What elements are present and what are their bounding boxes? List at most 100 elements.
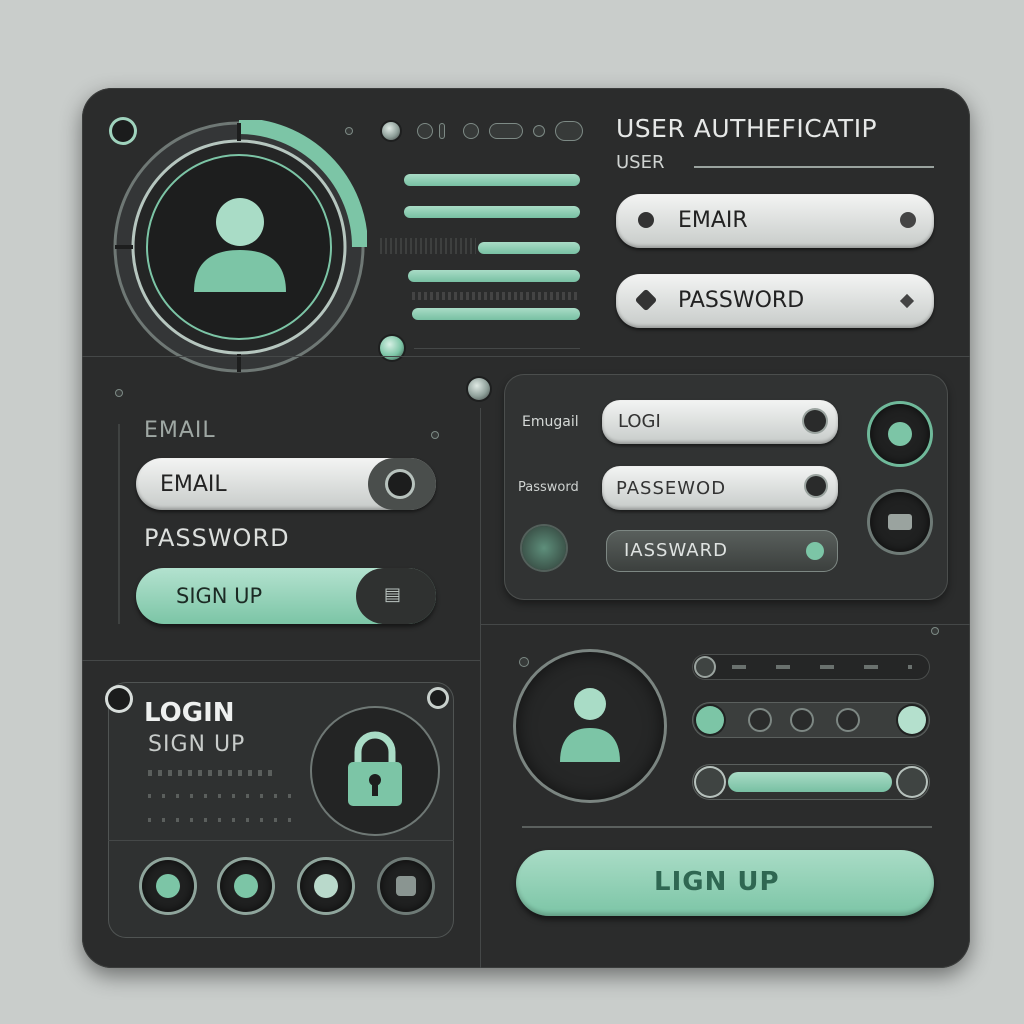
social-icon-4 (396, 876, 416, 896)
card-button[interactable] (870, 492, 930, 552)
avatar-ring (112, 118, 368, 375)
password-input-top[interactable]: PASSWORD (616, 274, 934, 328)
auth-panel: USER AUTHEFICATIP USER EMAIR PASSWORD EM… (82, 88, 970, 968)
middle-password-label: Password (518, 480, 579, 495)
social-button-4[interactable] (380, 860, 432, 912)
indicator-6 (534, 126, 544, 136)
middle-email-value: LOGI (618, 411, 661, 432)
middle-password-value: PASSEWOD (616, 478, 727, 499)
lock-card-divider (108, 840, 454, 841)
left-vertical-rail (118, 424, 120, 624)
email-field-left[interactable]: EMAIL (136, 458, 436, 510)
indicator-2 (418, 124, 432, 138)
divider-line-4 (480, 624, 970, 625)
lock-card: LOGIN SIGN UP (108, 682, 454, 938)
radio-icon (388, 472, 412, 496)
control-track-3 (692, 764, 930, 800)
lock-card-dot-left (108, 688, 130, 710)
slider-track-dots (380, 238, 476, 254)
control-knob-2a[interactable] (696, 706, 724, 734)
toggle-knob-3[interactable] (468, 378, 490, 400)
signup-button-left[interactable]: SIGN UP ▤ (136, 568, 436, 624)
middle-password-icon (806, 476, 826, 496)
control-dashes-1 (732, 665, 912, 669)
slider-3[interactable] (478, 242, 580, 254)
social-button-3[interactable] (300, 860, 352, 912)
left-indicator-1 (116, 390, 122, 396)
middle-third-input[interactable]: IASSWARD (606, 530, 838, 572)
small-indicator-1 (520, 658, 528, 666)
middle-form-card: Emugail LOGI Password PASSEWOD IASSWARD (504, 374, 948, 600)
slider-2[interactable] (404, 206, 580, 218)
control-knob-2d[interactable] (838, 710, 858, 730)
card-icon-small (888, 514, 912, 530)
login-label: LOGIN (144, 698, 235, 728)
email-field-left-label: EMAIL (160, 472, 227, 497)
divider-line-1 (414, 348, 580, 349)
left-indicator-2 (432, 432, 438, 438)
confirm-button[interactable] (870, 404, 930, 464)
page-title: USER AUTHEFICATIP (616, 114, 878, 143)
middle-email-label: Emugail (522, 414, 579, 430)
control-knob-2b[interactable] (750, 710, 770, 730)
fingerprint-icon[interactable] (522, 526, 566, 570)
dotted-line-1 (148, 770, 278, 776)
indicator-1 (346, 128, 352, 134)
small-user-avatar-icon (560, 688, 620, 762)
small-indicator-2 (932, 628, 938, 634)
lock-card-dot-right (430, 690, 446, 706)
social-icon-2 (234, 874, 258, 898)
card-icon: ▤ (384, 584, 402, 605)
padlock-icon (348, 731, 402, 806)
social-icon-1 (156, 874, 180, 898)
indicator-5 (490, 124, 522, 138)
email-input-top-label: EMAIR (678, 208, 748, 233)
signup-label: SIGN UP (148, 732, 246, 757)
divider-line-5 (522, 826, 932, 828)
signup-button-bottom[interactable]: LIGN UP (516, 850, 934, 916)
social-button-1[interactable] (142, 860, 194, 912)
confirm-icon (888, 422, 912, 446)
control-progress-3[interactable] (728, 772, 892, 792)
control-knob-1[interactable] (696, 658, 714, 676)
divider-vertical (480, 408, 481, 968)
indicator-3 (440, 124, 444, 138)
control-knob-2c[interactable] (792, 710, 812, 730)
control-track-1 (692, 654, 930, 680)
title-underline (694, 166, 934, 168)
middle-password-input[interactable]: PASSEWOD (602, 466, 838, 510)
control-knob-3a[interactable] (696, 768, 724, 796)
page-subtitle: USER (616, 152, 665, 173)
indicator-4 (464, 124, 478, 138)
status-led (806, 542, 824, 560)
slider-4[interactable] (408, 270, 580, 282)
signup-button-bottom-label: LIGN UP (654, 867, 780, 897)
indicator-7 (556, 122, 582, 140)
control-knob-2e[interactable] (898, 706, 926, 734)
middle-third-value: IASSWARD (624, 540, 728, 561)
lock-circle (312, 708, 438, 834)
divider-line-3 (82, 660, 480, 661)
social-button-2[interactable] (220, 860, 272, 912)
dotted-line-3 (148, 818, 298, 822)
divider-line-2 (82, 356, 970, 357)
small-avatar-ring (516, 652, 664, 800)
dotted-line-2 (148, 794, 298, 798)
toggle-knob-1[interactable] (382, 122, 400, 140)
middle-email-icon (804, 410, 826, 432)
slider-5[interactable] (412, 308, 580, 320)
left-password-label: PASSWORD (144, 524, 290, 552)
signup-button-left-label: SIGN UP (176, 584, 263, 608)
visibility-icon (900, 212, 916, 228)
eye-icon (638, 212, 654, 228)
slider-track-5 (412, 292, 578, 300)
control-track-2 (692, 702, 930, 738)
control-knob-3b[interactable] (898, 768, 926, 796)
left-section-label: EMAIL (144, 418, 216, 443)
email-input-top[interactable]: EMAIR (616, 194, 934, 248)
slider-1[interactable] (404, 174, 580, 186)
user-avatar-icon (194, 198, 286, 292)
password-input-top-label: PASSWORD (678, 288, 805, 313)
social-icon-3 (314, 874, 338, 898)
middle-email-input[interactable]: LOGI (602, 400, 838, 444)
